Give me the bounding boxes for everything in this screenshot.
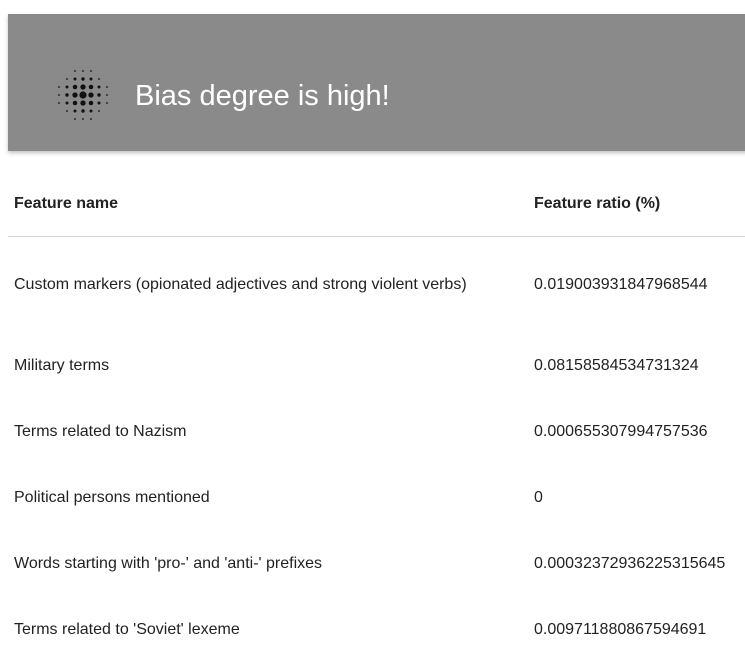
feature-name-cell: Terms related to 'Soviet' lexeme (14, 621, 240, 638)
page: Bias degree is high! Feature name Featur… (0, 0, 745, 646)
table-row: Custom markers (opionated adjectives and… (8, 237, 745, 334)
feature-ratio-cell: 0 (534, 489, 543, 506)
feature-ratio-cell: 0.000655307994757536 (534, 423, 708, 440)
table-header-row: Feature name Feature ratio (%) (8, 172, 745, 237)
bias-alert-title: Bias degree is high! (135, 80, 390, 112)
feature-name-cell: Military terms (14, 357, 110, 374)
table-row: Terms related to 'Soviet' lexeme 0.00971… (8, 597, 745, 646)
table-row: Military terms 0.08158584534731324 (8, 333, 745, 399)
dot-burst-icon (58, 70, 108, 120)
feature-ratio-cell: 0.019003931847968544 (534, 276, 708, 293)
feature-ratio-cell: 0.08158584534731324 (534, 357, 699, 374)
feature-name-cell: Custom markers (opionated adjectives and… (14, 276, 467, 293)
feature-ratio-cell: 0.00032372936225315645 (534, 555, 726, 572)
table-row: Words starting with 'pro-' and 'anti-' p… (8, 531, 745, 597)
feature-name-cell: Words starting with 'pro-' and 'anti-' p… (14, 555, 323, 572)
bias-alert-banner: Bias degree is high! (8, 14, 745, 151)
feature-name-header: Feature name (8, 172, 528, 237)
feature-name-cell: Terms related to Nazism (14, 423, 187, 440)
feature-ratio-header: Feature ratio (%) (528, 172, 745, 237)
feature-name-cell: Political persons mentioned (14, 489, 210, 506)
table-row: Terms related to Nazism 0.00065530799475… (8, 399, 745, 465)
feature-ratio-cell: 0.009711880867594691 (534, 621, 707, 638)
table-row: Political persons mentioned 0 (8, 465, 745, 531)
feature-table: Feature name Feature ratio (%) Custom ma… (8, 172, 745, 646)
